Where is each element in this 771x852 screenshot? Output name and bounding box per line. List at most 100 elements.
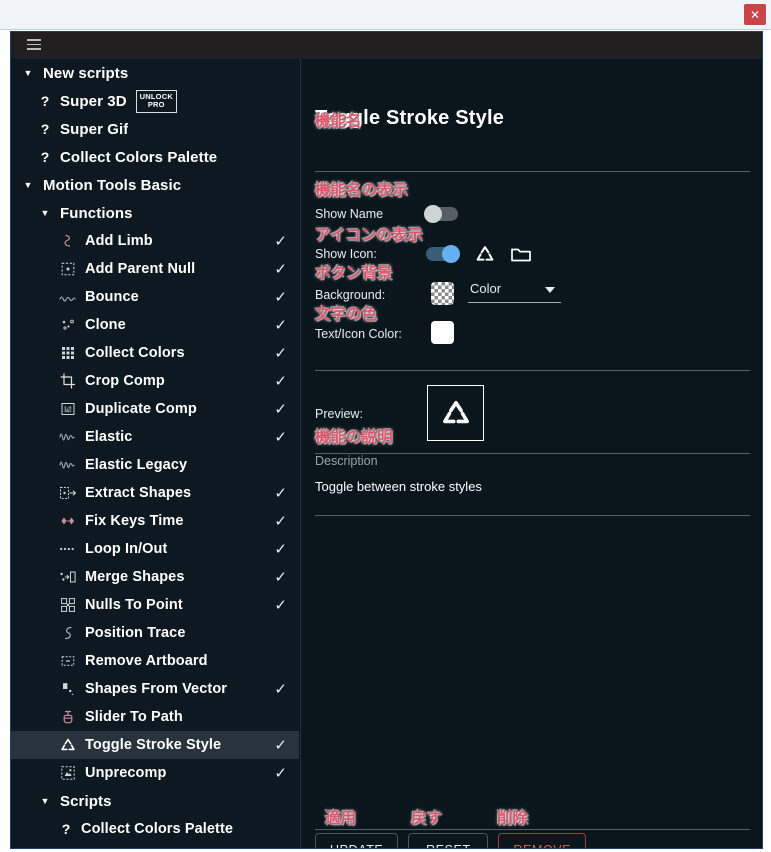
sidebar-item-toggle-stroke-style[interactable]: Toggle Stroke Style ✓ <box>11 731 299 759</box>
text-icon-color-swatch[interactable] <box>431 321 454 344</box>
plugin-toolbar <box>11 32 762 59</box>
sidebar-item-remove-artboard[interactable]: Remove Artboard <box>11 647 299 675</box>
chevron-down-icon[interactable]: ▼ <box>21 178 35 192</box>
chevron-down-icon[interactable]: ▼ <box>38 794 52 808</box>
collect-colors-icon <box>59 344 77 362</box>
sidebar-item-bounce[interactable]: Bounce ✓ <box>11 283 299 311</box>
sidebar-item-slider-to-path[interactable]: Slider To Path <box>11 703 299 731</box>
divider-description <box>315 453 750 454</box>
crop-comp-icon <box>59 372 77 390</box>
sidebar-item-unprecomp[interactable]: Unprecomp ✓ <box>11 759 299 787</box>
unlock-pro-badge[interactable]: UNLOCK PRO <box>135 89 177 113</box>
check-icon[interactable]: ✓ <box>266 262 287 277</box>
check-icon[interactable]: ✓ <box>266 234 287 249</box>
check-icon[interactable]: ✓ <box>266 514 287 529</box>
sidebar-item-add-parent-null[interactable]: Add Parent Null ✓ <box>11 255 299 283</box>
sidebar-item-label: Slider To Path <box>85 709 183 725</box>
position-trace-icon <box>59 624 77 642</box>
show-name-toggle[interactable] <box>424 205 458 223</box>
show-name-label: Show Name <box>315 207 384 221</box>
sidebar-item-crop-comp[interactable]: Crop Comp ✓ <box>11 367 299 395</box>
sidebar-item-new-scripts[interactable]: ▼ New scripts <box>11 59 299 87</box>
sidebar-item-elastic-legacy[interactable]: Elastic Legacy <box>11 451 299 479</box>
question-mark-icon: ? <box>40 121 50 137</box>
sidebar-item-collect-colors[interactable]: Collect Colors ✓ <box>11 339 299 367</box>
sidebar-item-label: Fix Keys Time <box>85 513 184 529</box>
chevron-down-icon[interactable]: ▼ <box>38 206 52 220</box>
sidebar-item-label: Super Gif <box>60 120 129 138</box>
sidebar-item-label: Nulls To Point <box>85 597 183 613</box>
check-icon[interactable]: ✓ <box>266 402 287 417</box>
footer-buttons: UPDATE RESET REMOVE <box>315 833 587 848</box>
background-label: Background: <box>315 288 386 302</box>
sidebar-item-super-gif[interactable]: ? Super Gif <box>11 115 299 143</box>
sidebar-item-label: Add Limb <box>85 233 153 249</box>
sidebar-item-loop-in-out[interactable]: Loop In/Out ✓ <box>11 535 299 563</box>
sidebar-item-clone[interactable]: Clone ✓ <box>11 311 299 339</box>
background-mode-value: Color <box>470 281 502 296</box>
preview-label: Preview: <box>315 407 363 421</box>
check-icon[interactable]: ✓ <box>266 542 287 557</box>
toggle-stroke-style-icon[interactable] <box>473 242 497 266</box>
question-mark-icon: ? <box>40 93 50 109</box>
check-icon[interactable]: ✓ <box>266 430 287 445</box>
check-icon[interactable]: ✓ <box>266 738 287 753</box>
check-icon[interactable]: ✓ <box>266 374 287 389</box>
hamburger-icon[interactable] <box>27 39 41 51</box>
sidebar-item-label: Unprecomp <box>85 765 167 781</box>
sidebar-item-label: Functions <box>60 204 133 222</box>
chevron-down-icon[interactable]: ▼ <box>21 66 35 80</box>
check-icon[interactable]: ✓ <box>266 682 287 697</box>
text-icon-color-label: Text/Icon Color: <box>315 327 402 341</box>
sidebar-item-extract-shapes[interactable]: Extract Shapes ✓ <box>11 479 299 507</box>
annotation-feature-description: 機能の説明 <box>315 429 393 446</box>
sidebar-item-merge-shapes[interactable]: Merge Shapes ✓ <box>11 563 299 591</box>
reset-button[interactable]: RESET <box>408 833 489 848</box>
check-icon[interactable]: ✓ <box>266 570 287 585</box>
sidebar-item-collect-colors-palette[interactable]: ? Collect Colors Palette <box>11 143 299 171</box>
sidebar-item-collect-colors-palette[interactable]: ? Collect Colors Palette <box>11 815 299 843</box>
check-icon[interactable]: ✓ <box>266 486 287 501</box>
check-icon[interactable]: ✓ <box>266 766 287 781</box>
sidebar-item-nulls-to-point[interactable]: Nulls To Point ✓ <box>11 591 299 619</box>
sidebar-item-elastic[interactable]: Elastic ✓ <box>11 423 299 451</box>
background-mode-dropdown[interactable]: Color <box>468 279 561 303</box>
sidebar-item-add-limb[interactable]: Add Limb ✓ <box>11 227 299 255</box>
check-icon[interactable]: ✓ <box>266 346 287 361</box>
script-tree-sidebar[interactable]: ▼ New scripts? Super 3D UNLOCK PRO? Super Gif… <box>11 59 299 848</box>
preview-box[interactable] <box>427 385 484 441</box>
page-title: Toggle Stroke Style <box>315 107 505 129</box>
annotation-text-color: 文字の色 <box>315 306 378 323</box>
sidebar-item-scripts[interactable]: ▼ Scripts <box>11 787 299 815</box>
extract-shapes-icon <box>59 484 77 502</box>
sidebar-item-duplicate-comp[interactable]: Duplicate Comp ✓ <box>11 395 299 423</box>
unprecomp-icon <box>59 764 77 782</box>
bounce-icon <box>59 288 77 306</box>
sidebar-item-fix-keys-time[interactable]: Fix Keys Time ✓ <box>11 507 299 535</box>
sidebar-item-position-trace[interactable]: Position Trace <box>11 619 299 647</box>
remove-button[interactable]: REMOVE <box>498 833 587 848</box>
clone-icon <box>59 316 77 334</box>
annotation-apply: 適用 <box>325 810 357 827</box>
background-color-swatch[interactable] <box>431 282 454 305</box>
show-icon-label: Show Icon: <box>315 247 377 261</box>
check-icon[interactable]: ✓ <box>266 290 287 305</box>
elastic-icon <box>59 428 77 446</box>
update-button[interactable]: UPDATE <box>315 833 399 848</box>
sidebar-item-label: Elastic <box>85 429 133 445</box>
annotation-revert: 戻す <box>411 810 443 827</box>
sidebar-item-shapes-from-vector[interactable]: Shapes From Vector ✓ <box>11 675 299 703</box>
sidebar-item-functions[interactable]: ▼ Functions <box>11 199 299 227</box>
check-icon[interactable]: ✓ <box>266 318 287 333</box>
close-button[interactable]: ✕ <box>744 4 766 25</box>
sidebar-item-motion-tools-basic[interactable]: ▼ Motion Tools Basic <box>11 171 299 199</box>
sidebar-item-super-3d[interactable]: ? Super 3D UNLOCK PRO <box>11 87 299 115</box>
sidebar-item-label: Elastic Legacy <box>85 457 188 473</box>
host-titlebar: ✕ <box>0 0 771 30</box>
folder-icon[interactable] <box>509 242 533 266</box>
annotation-show-icon: アイコンの表示 <box>315 227 423 244</box>
show-icon-toggle[interactable] <box>426 245 460 263</box>
remove-artboard-icon <box>59 652 77 670</box>
check-icon[interactable]: ✓ <box>266 598 287 613</box>
description-heading: Description <box>315 454 378 468</box>
